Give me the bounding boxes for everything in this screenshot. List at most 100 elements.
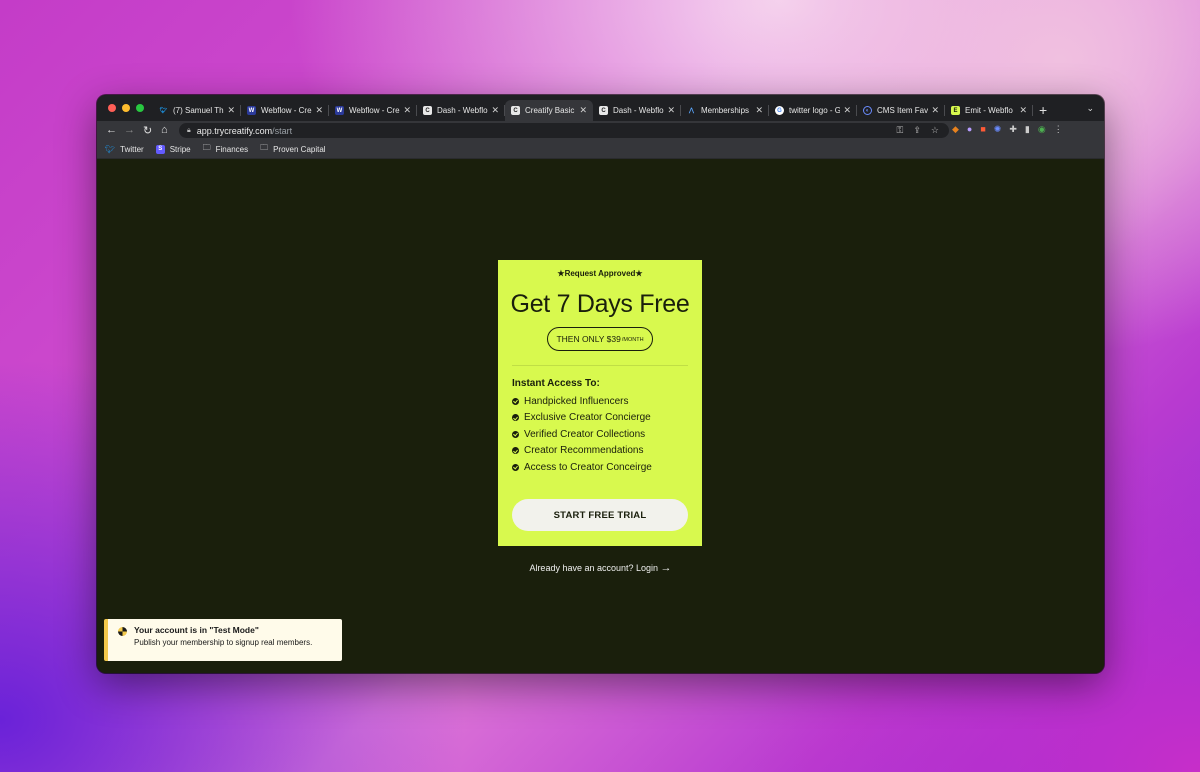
- close-tab-icon[interactable]: ✕: [315, 105, 323, 116]
- approval-badge: ★Request Approved★: [557, 269, 643, 278]
- tab[interactable]: C Dash - Webflo ✕: [593, 100, 681, 121]
- more-menu-icon[interactable]: ⋮: [1054, 124, 1063, 135]
- divider: [512, 365, 688, 366]
- bookmark-label: Proven Capital: [273, 144, 326, 154]
- feature-list: Handpicked Influencers Exclusive Creator…: [512, 393, 702, 476]
- twitter-icon: 🐦︎: [159, 108, 168, 114]
- key-icon[interactable]: ⚿: [897, 125, 904, 136]
- close-tab-icon[interactable]: ✕: [579, 105, 587, 116]
- folder-icon: 🗀: [202, 143, 211, 152]
- test-mode-icon: [118, 627, 127, 636]
- back-icon[interactable]: ←: [106, 124, 117, 136]
- check-icon: [512, 430, 519, 438]
- home-icon[interactable]: ⌂: [161, 124, 168, 136]
- folder-icon: 🗀: [260, 143, 269, 152]
- price-text: THEN ONLY $39: [556, 334, 621, 344]
- bookmarks-bar: 🐦︎ Twitter S Stripe 🗀 Finances 🗀 Proven …: [97, 140, 1104, 159]
- extensions-bar: ◆ ● ■ ✺ ✚ ▮ ◉ ⋮: [952, 124, 1063, 135]
- sidebar-icon[interactable]: ▮: [1025, 124, 1030, 135]
- lock-icon[interactable]: 🔒︎: [187, 127, 191, 135]
- bookmark-twitter[interactable]: 🐦︎ Twitter: [105, 145, 144, 154]
- feature-label: Creator Recommendations: [524, 445, 644, 457]
- tab[interactable]: G twitter logo - G ✕: [769, 100, 857, 121]
- close-tab-icon[interactable]: ✕: [931, 105, 939, 116]
- list-item: Verified Creator Collections: [512, 426, 702, 443]
- tab-title: Webflow - Cre: [349, 106, 400, 115]
- tab[interactable]: C Dash - Webflo ✕: [417, 100, 505, 121]
- toast-message: Publish your membership to signup real m…: [134, 638, 313, 647]
- cms-icon: ◐: [863, 106, 872, 115]
- tab-title: Dash - Webflo: [613, 106, 664, 115]
- start-free-trial-button[interactable]: START FREE TRIAL: [512, 499, 688, 531]
- window-controls: [108, 104, 144, 112]
- new-tab-icon[interactable]: +: [1039, 102, 1047, 118]
- check-icon: [512, 414, 519, 422]
- tab-title: CMS Item Fav: [877, 106, 929, 115]
- login-link[interactable]: Already have an account? Login →: [97, 562, 1104, 574]
- puzzle-icon[interactable]: ✚: [1009, 124, 1017, 135]
- tab-title: twitter logo - G: [789, 106, 841, 115]
- close-tab-icon[interactable]: ✕: [491, 105, 499, 116]
- twitter-icon: 🐦︎: [105, 144, 116, 154]
- toast-title: Your account is in "Test Mode": [134, 625, 259, 635]
- check-icon: [512, 447, 519, 455]
- close-tab-icon[interactable]: ✕: [227, 105, 235, 116]
- arrow-right-icon: →: [660, 562, 672, 574]
- test-mode-toast: Your account is in "Test Mode" Publish y…: [104, 619, 342, 661]
- browser-toolbar: ← → ↻ ⌂ 🔒︎ app.trycreatify.com/start ⚿ ⇪…: [97, 121, 1104, 140]
- close-tab-icon[interactable]: ✕: [1019, 105, 1027, 116]
- address-bar[interactable]: 🔒︎ app.trycreatify.com/start ⚿ ⇪ ☆: [179, 123, 949, 138]
- bookmark-star-icon[interactable]: ☆: [931, 125, 939, 136]
- emit-icon: E: [951, 106, 960, 115]
- tab[interactable]: E Emit - Webflo ✕: [945, 100, 1033, 121]
- tab[interactable]: 🐦︎ (7) Samuel Th ✕: [153, 100, 241, 121]
- maximize-window-button[interactable]: [136, 104, 144, 112]
- forward-icon[interactable]: →: [124, 124, 135, 136]
- bookmark-label: Stripe: [169, 144, 191, 154]
- minimize-window-button[interactable]: [122, 104, 130, 112]
- tab-title: Webflow - Cre: [261, 106, 312, 115]
- price-pill: THEN ONLY $39/MONTH: [547, 327, 653, 351]
- close-tab-icon[interactable]: ✕: [755, 105, 763, 116]
- close-tab-icon[interactable]: ✕: [667, 105, 675, 116]
- tab-title: (7) Samuel Th: [173, 106, 224, 115]
- check-icon: [512, 463, 519, 471]
- avatar[interactable]: ◉: [1038, 124, 1046, 135]
- list-item: Access to Creator Conceirge: [512, 459, 702, 476]
- bookmark-label: Finances: [215, 144, 249, 154]
- memberstack-icon: ⋀: [689, 108, 694, 114]
- tab[interactable]: ⋀ Memberships ✕: [681, 100, 769, 121]
- feature-label: Access to Creator Conceirge: [524, 461, 652, 473]
- creatify-icon: C: [599, 106, 608, 115]
- tab[interactable]: W Webflow - Cre ✕: [241, 100, 329, 121]
- tab[interactable]: W Webflow - Cre ✕: [329, 100, 417, 121]
- price-period: /MONTH: [621, 337, 644, 343]
- extension-icon[interactable]: ✺: [994, 124, 1002, 135]
- close-tab-icon[interactable]: ✕: [843, 105, 851, 116]
- extension-icon[interactable]: ■: [980, 124, 985, 135]
- close-window-button[interactable]: [108, 104, 116, 112]
- webflow-icon: W: [247, 106, 256, 115]
- close-tab-icon[interactable]: ✕: [403, 105, 411, 116]
- metamask-icon[interactable]: ◆: [952, 124, 959, 135]
- bookmark-label: Twitter: [120, 144, 144, 154]
- bookmark-folder-finances[interactable]: 🗀 Finances: [203, 142, 248, 156]
- webflow-icon: W: [335, 106, 344, 115]
- feature-label: Handpicked Influencers: [524, 395, 629, 407]
- tab[interactable]: ◐ CMS Item Fav ✕: [857, 100, 945, 121]
- offer-headline: Get 7 Days Free: [510, 290, 690, 318]
- tab-search-chevron-icon[interactable]: ⌄: [1086, 103, 1094, 114]
- url-host: app.trycreatify.com: [196, 125, 273, 136]
- share-icon[interactable]: ⇪: [913, 125, 921, 136]
- tab-title: Creatify Basic: [525, 106, 575, 115]
- bookmark-stripe[interactable]: S Stripe: [155, 144, 191, 154]
- google-icon: G: [775, 106, 784, 115]
- tab-title: Emit - Webflo: [965, 106, 1013, 115]
- creatify-icon: C: [423, 106, 432, 115]
- extension-icon[interactable]: ●: [967, 124, 972, 135]
- reload-icon[interactable]: ↻: [143, 124, 152, 137]
- tab-list: 🐦︎ (7) Samuel Th ✕ W Webflow - Cre ✕ W W…: [153, 100, 1033, 121]
- bookmark-folder-proven-capital[interactable]: 🗀 Proven Capital: [260, 142, 325, 156]
- tab-active[interactable]: C Creatify Basic ✕: [505, 100, 593, 121]
- browser-window: 🐦︎ (7) Samuel Th ✕ W Webflow - Cre ✕ W W…: [97, 95, 1104, 673]
